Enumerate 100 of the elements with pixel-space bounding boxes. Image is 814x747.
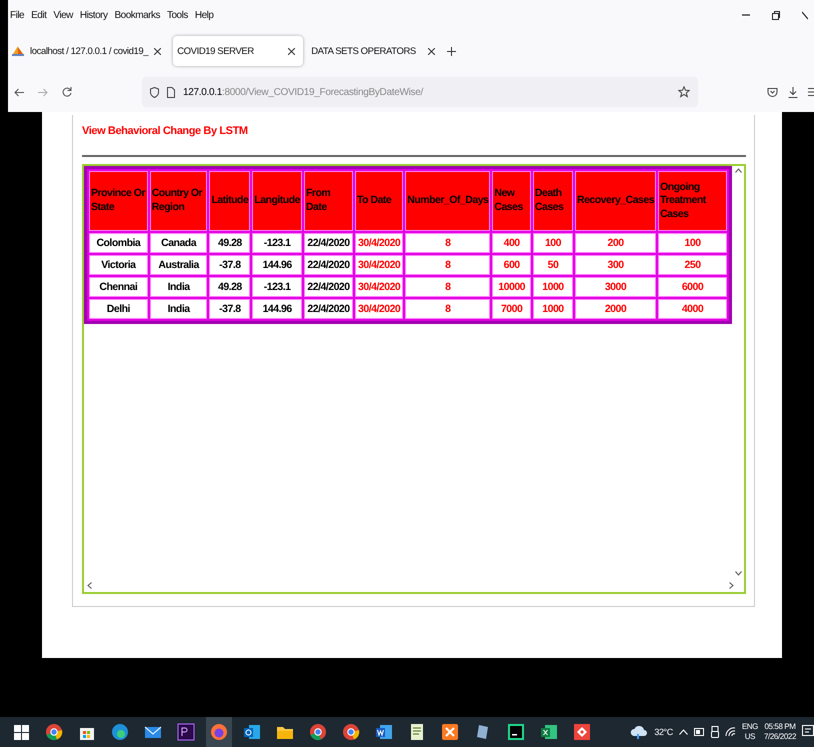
column-header: Latitude: [209, 171, 250, 231]
temperature-text: 32°C: [654, 727, 673, 737]
table-cell: 6000: [658, 277, 727, 297]
chrome-icon[interactable]: [341, 722, 361, 742]
scroll-up-icon[interactable]: [734, 168, 742, 173]
table-cell: 22/4/2020: [304, 277, 354, 297]
table-cell: -123.1: [252, 277, 302, 297]
column-header: Number_Of_Days: [405, 171, 490, 231]
chrome-icon[interactable]: [44, 722, 64, 742]
shield-icon: [150, 86, 159, 98]
battery-icon[interactable]: [694, 728, 705, 736]
table-cell: Colombia: [89, 233, 148, 253]
table-cell: 100: [532, 233, 573, 253]
table-cell: Canada: [150, 233, 208, 253]
new-tab-icon[interactable]: [447, 46, 456, 56]
browser-tab[interactable]: DATA SETS OPERATORS: [307, 36, 444, 66]
menu-item[interactable]: Help: [194, 10, 214, 20]
table-cell: 49.28: [209, 233, 250, 253]
column-header: From Date: [304, 171, 354, 231]
edge-icon[interactable]: [110, 722, 130, 742]
menu-item[interactable]: Bookmarks: [114, 10, 160, 20]
page-heading: View Behavioral Change By LSTM: [82, 125, 249, 137]
clock-date[interactable]: 7/26/2022: [764, 732, 796, 742]
table-cell: India: [150, 299, 208, 319]
table-cell: 1000: [532, 299, 573, 319]
menu-item[interactable]: Edit: [31, 10, 46, 20]
sailboat-icon: [12, 46, 24, 56]
star-icon[interactable]: [678, 86, 690, 98]
wifi-icon[interactable]: [724, 727, 736, 737]
table-cell: 22/4/2020: [304, 299, 354, 319]
table-cell: Delhi: [89, 299, 148, 319]
table-cell: 10000: [492, 277, 531, 297]
table-cell: -37.8: [209, 255, 250, 275]
table-cell: 2000: [575, 299, 656, 319]
table-cell: Victoria: [89, 255, 148, 275]
scroll-right-icon[interactable]: [729, 582, 734, 588]
table-cell: -123.1: [252, 233, 302, 253]
table-cell: 8: [405, 233, 490, 253]
anydesk-icon[interactable]: [572, 722, 592, 742]
table-cell: 8: [405, 277, 490, 297]
language-text[interactable]: ENG: [742, 722, 758, 732]
restore-icon[interactable]: [772, 10, 780, 20]
premiere-icon[interactable]: [176, 722, 196, 742]
pycharm-icon[interactable]: [506, 722, 526, 742]
chevron-up-icon[interactable]: [678, 729, 688, 735]
table-cell: 30/4/2020: [355, 233, 404, 253]
column-header: Province Or State: [89, 171, 148, 231]
table-cell: Australia: [150, 255, 208, 275]
table-cell: India: [150, 277, 208, 297]
table-cell: 22/4/2020: [304, 233, 354, 253]
firefox-icon[interactable]: [209, 722, 229, 742]
back-icon[interactable]: [14, 88, 24, 96]
table-cell: 4000: [658, 299, 727, 319]
windows-icon[interactable]: [11, 722, 31, 742]
menu-item[interactable]: View: [53, 10, 73, 20]
table-cell: Chennai: [89, 277, 148, 297]
table-cell: 100: [658, 233, 727, 253]
table-cell: 400: [492, 233, 531, 253]
table-cell: 600: [492, 255, 531, 275]
scroll-down-icon[interactable]: [734, 571, 742, 576]
download-icon[interactable]: [788, 86, 798, 98]
table-cell: -37.8: [209, 299, 250, 319]
table-cell: 7000: [492, 299, 531, 319]
table-cell: 250: [658, 255, 727, 275]
xampp-icon[interactable]: [440, 722, 460, 742]
table-cell: 300: [575, 255, 656, 275]
clock-time[interactable]: 05:58 PM: [764, 722, 796, 732]
address-bar[interactable]: 127.0.0.1:8000/View_COVID19_ForecastingByDateWise/: [142, 77, 698, 107]
table-cell: 30/4/2020: [355, 255, 404, 275]
pocket-icon[interactable]: [767, 86, 778, 98]
column-header: Country Or Region: [150, 171, 208, 231]
column-header: Death Cases: [532, 171, 573, 231]
table-cell: 200: [575, 233, 656, 253]
table-cell: 3000: [575, 277, 656, 297]
reload-icon[interactable]: [62, 87, 72, 97]
excel-icon[interactable]: [539, 722, 559, 742]
table-cell: 30/4/2020: [355, 299, 404, 319]
page-icon: [167, 86, 175, 98]
word-icon[interactable]: [374, 722, 394, 742]
scroll-left-icon[interactable]: [87, 582, 92, 588]
notification-icon[interactable]: [802, 725, 814, 739]
column-header: Langitude: [252, 171, 302, 231]
table-cell: 8: [405, 299, 490, 319]
table-cell: 144.96: [252, 299, 302, 319]
usb-icon[interactable]: [710, 726, 719, 738]
column-header: Recovery_Cases: [575, 171, 656, 231]
outlook-icon[interactable]: [242, 722, 262, 742]
menu-item[interactable]: History: [80, 10, 108, 20]
menu-item[interactable]: File: [10, 10, 24, 20]
region-text[interactable]: US: [744, 732, 756, 742]
table-cell: 22/4/2020: [304, 255, 354, 275]
menu-icon[interactable]: [808, 86, 814, 96]
table-cell: 50: [532, 255, 573, 275]
table-cell: 30/4/2020: [355, 277, 404, 297]
column-header: To Date: [355, 171, 404, 231]
chrome-icon[interactable]: [308, 722, 328, 742]
menu-item[interactable]: Tools: [167, 10, 188, 20]
browser-tab[interactable]: localhost / 127.0.0.1 / covid19_: [8, 36, 170, 66]
browser-tab[interactable]: COVID19 SERVER: [173, 36, 304, 66]
table-cell: 49.28: [209, 277, 250, 297]
